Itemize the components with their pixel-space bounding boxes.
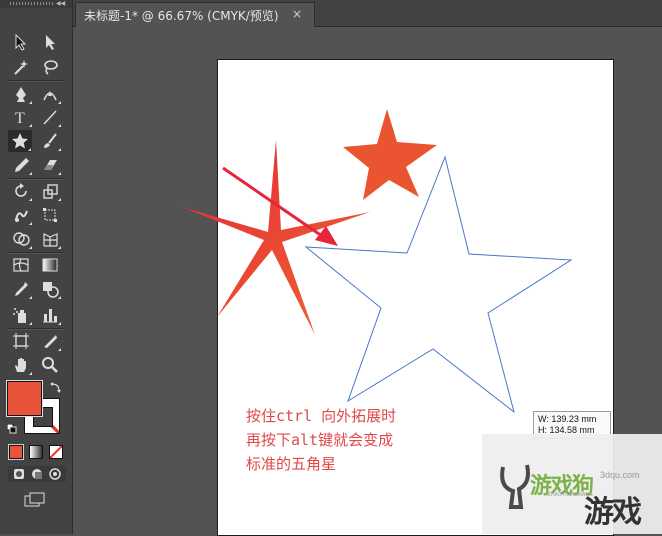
watermark-big: 游戏 — [584, 495, 642, 530]
outline-star[interactable] — [304, 155, 573, 414]
spiky-star[interactable] — [182, 140, 370, 335]
watermark-site: 3dqu.com — [600, 470, 640, 480]
annotation-line: 按住ctrl 向外拓展时 — [246, 407, 397, 425]
annotation-line: 标准的五角星 — [246, 455, 337, 473]
annotation-line: 再按下alt键就会变成 — [246, 431, 394, 449]
filled-star[interactable] — [343, 109, 437, 200]
fill-swatch[interactable] — [6, 380, 43, 417]
watermark-logo-icon — [500, 464, 530, 509]
width-readout: W: 139.23 mm — [538, 414, 597, 424]
annotation-text: 按住ctrl 向外拓展时 再按下alt键就会变成 标准的五角星 — [246, 404, 396, 476]
